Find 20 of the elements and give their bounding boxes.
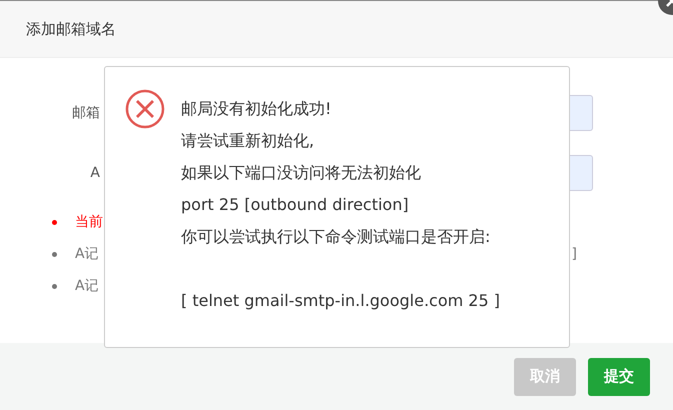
- dialog-title: 添加邮箱域名: [26, 20, 116, 38]
- note-text: ]: [572, 246, 577, 262]
- alert-text: port 25 [outbound direction]: [181, 195, 409, 215]
- note-text: A记: [75, 245, 99, 263]
- note-text: A记: [75, 277, 99, 295]
- alert-text: 如果以下端口没访问将无法初始化: [181, 163, 421, 183]
- note-text: 当前: [75, 213, 103, 231]
- field-label: 邮箱: [71, 104, 100, 122]
- error-icon: [125, 89, 165, 129]
- submit-button[interactable]: 提交: [588, 358, 650, 396]
- bullet-icon: [52, 220, 57, 224]
- alert-text: 你可以尝试执行以下命令测试端口是否开启:: [181, 227, 490, 247]
- field-label: A: [89, 165, 100, 181]
- input-field[interactable]: [569, 95, 593, 131]
- alert-text: 邮局没有初始化成功!: [181, 99, 332, 119]
- command-text: [ telnet gmail-smtp-in.l.google.com 25 ]: [181, 291, 500, 311]
- bullet-icon: [52, 284, 57, 288]
- input-field[interactable]: [569, 155, 593, 191]
- bullet-icon: [52, 252, 57, 256]
- alert-text: 请尝试重新初始化,: [181, 131, 314, 151]
